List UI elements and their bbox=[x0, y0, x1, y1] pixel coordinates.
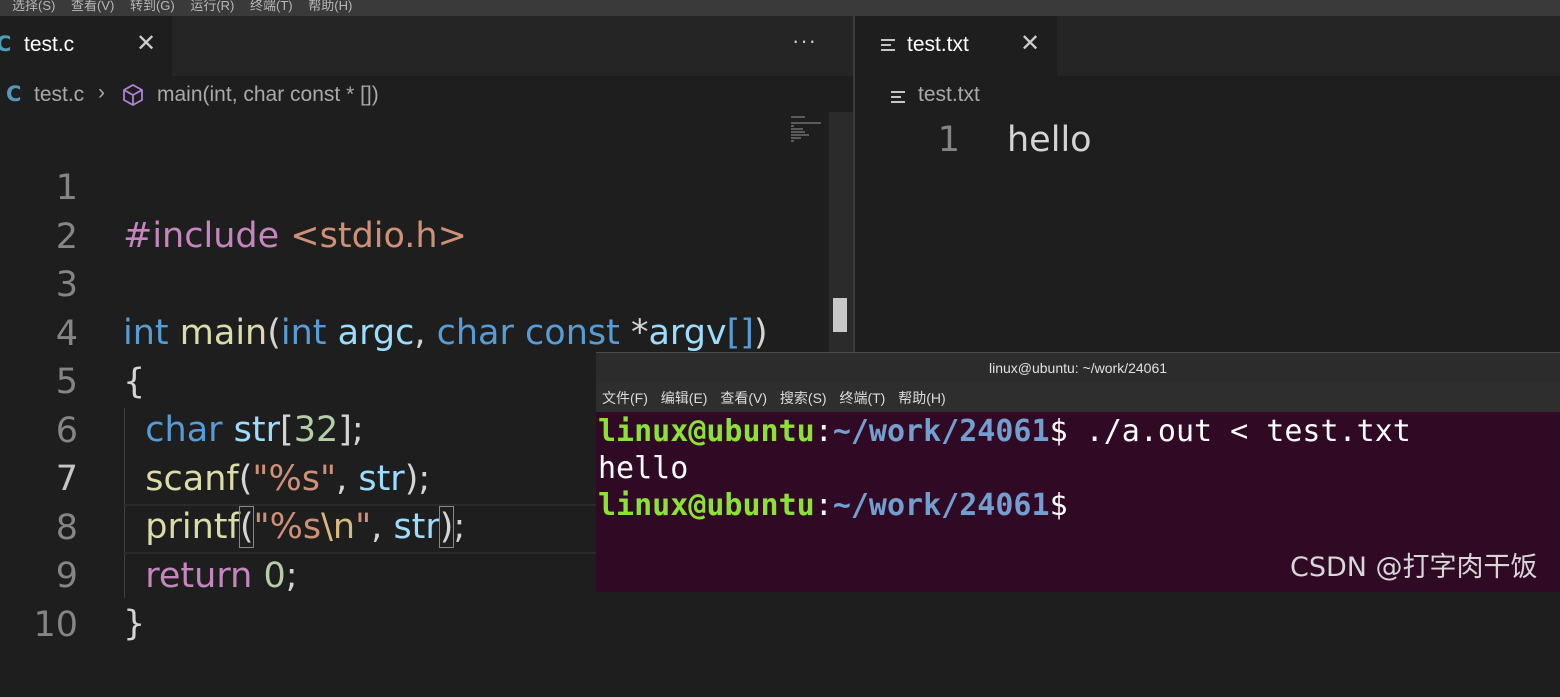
menu-goto[interactable]: 转到(G) bbox=[130, 0, 175, 12]
terminal-menu-bar: 文件(F) 编辑(E) 查看(V) 搜索(S) 终端(T) 帮助(H) bbox=[596, 382, 1560, 412]
menu-selection[interactable]: 选择(S) bbox=[12, 0, 55, 12]
text-file-icon bbox=[891, 91, 905, 106]
close-icon[interactable]: ✕ bbox=[136, 29, 156, 57]
scrollbar-thumb[interactable] bbox=[833, 298, 847, 332]
code-line[interactable]: 1 hello bbox=[855, 116, 1560, 164]
breadcrumb-file[interactable]: test.c bbox=[34, 83, 84, 107]
breadcrumb: test.txt bbox=[855, 78, 1560, 112]
line-number: 10 bbox=[33, 605, 78, 645]
tab-label: test.txt bbox=[907, 33, 969, 56]
tab-test-c[interactable]: C test.c ✕ bbox=[0, 16, 172, 76]
code-line: 1 #include <stdio.h> bbox=[0, 116, 785, 256]
terminal-menu-help[interactable]: 帮助(H) bbox=[898, 382, 945, 414]
prompt-dollar: $ bbox=[1049, 414, 1068, 449]
text-file-icon bbox=[881, 39, 895, 54]
menu-help[interactable]: 帮助(H) bbox=[308, 0, 352, 12]
tab-test-txt[interactable]: test.txt ✕ bbox=[855, 16, 1057, 76]
terminal-prompt-line: linux@ubuntu:~/work/24061$ bbox=[598, 488, 1558, 525]
code-line: 2 bbox=[0, 165, 785, 257]
prompt-path: ~/work/24061 bbox=[832, 488, 1050, 523]
left-tab-bar: C test.c ✕ ··· bbox=[0, 16, 853, 76]
code-text: } bbox=[123, 604, 146, 644]
terminal-menu-terminal[interactable]: 终端(T) bbox=[839, 382, 885, 414]
prompt-user: linux@ubuntu bbox=[598, 414, 815, 449]
terminal-menu-edit[interactable]: 编辑(E) bbox=[661, 382, 708, 414]
terminal-menu-view[interactable]: 查看(V) bbox=[720, 382, 767, 414]
terminal-title: linux@ubuntu: ~/work/24061 bbox=[596, 352, 1560, 383]
terminal-output-line: hello bbox=[598, 451, 689, 486]
terminal-command-line: linux@ubuntu:~/work/24061$ ./a.out < tes… bbox=[598, 414, 1558, 451]
right-tab-bar: test.txt ✕ bbox=[855, 16, 1560, 76]
code-line: 4 { bbox=[0, 262, 785, 402]
tab-label: test.c bbox=[24, 33, 75, 56]
prompt-dollar: $ bbox=[1049, 488, 1068, 523]
code-line: 5 char str[32]; bbox=[0, 310, 785, 450]
prompt-path: ~/work/24061 bbox=[832, 414, 1050, 449]
chevron-right-icon: › bbox=[98, 81, 105, 104]
text-content: hello bbox=[1007, 120, 1092, 160]
menu-run[interactable]: 运行(R) bbox=[190, 0, 234, 12]
c-file-icon: C bbox=[0, 32, 12, 56]
terminal-menu-file[interactable]: 文件(F) bbox=[602, 382, 648, 414]
menu-terminal[interactable]: 终端(T) bbox=[250, 0, 293, 12]
method-cube-icon bbox=[121, 83, 145, 113]
c-file-icon: C bbox=[6, 82, 22, 106]
breadcrumb-function[interactable]: main(int, char const * []) bbox=[157, 83, 379, 107]
terminal-command: ./a.out < test.txt bbox=[1067, 414, 1411, 449]
line-number: 1 bbox=[937, 120, 960, 160]
more-actions-icon[interactable]: ··· bbox=[792, 28, 817, 54]
prompt-user: linux@ubuntu bbox=[598, 488, 815, 523]
minimap[interactable] bbox=[785, 112, 829, 362]
prompt-colon: : bbox=[814, 488, 833, 523]
terminal-output[interactable]: linux@ubuntu:~/work/24061$ ./a.out < tes… bbox=[598, 414, 1558, 525]
menu-bar: 选择(S) 查看(V) 转到(G) 运行(R) 终端(T) 帮助(H) bbox=[0, 0, 1560, 16]
close-icon[interactable]: ✕ bbox=[1020, 29, 1040, 57]
code-line: 3 int main(int argc, char const *argv[]) bbox=[0, 213, 785, 353]
watermark: CSDN @打字肉干饭 bbox=[1290, 552, 1538, 583]
terminal-menu-search[interactable]: 搜索(S) bbox=[780, 382, 827, 414]
breadcrumb: C test.c › main(int, char const * []) bbox=[0, 78, 853, 112]
breadcrumb-file[interactable]: test.txt bbox=[918, 83, 980, 107]
prompt-colon: : bbox=[814, 414, 833, 449]
menu-view[interactable]: 查看(V) bbox=[71, 0, 114, 12]
